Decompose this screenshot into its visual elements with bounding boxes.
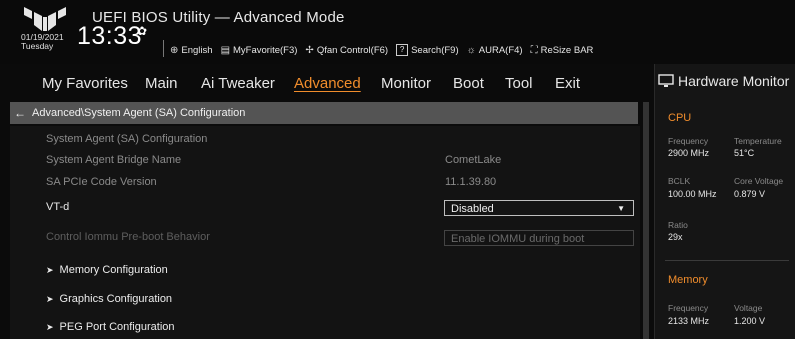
hardware-monitor-title: Hardware Monitor — [658, 73, 789, 89]
ratio-label: Ratio — [668, 220, 688, 230]
clock-display: 13:33 — [77, 22, 143, 50]
toolbar-english[interactable]: ⊕ English — [170, 44, 213, 56]
setting-row-iommu: Control Iommu Pre-boot Behavior Enable I… — [10, 230, 640, 248]
main-menu-bar: My Favorites Main Ai Tweaker Advanced Mo… — [0, 69, 660, 99]
chevron-right-icon: ➤ — [46, 322, 54, 332]
setting-label: VT-d — [46, 201, 70, 213]
fan-icon: ✢ — [305, 44, 314, 56]
setting-row-sa-config: System Agent (SA) Configuration — [10, 133, 640, 147]
scrollbar[interactable] — [643, 102, 649, 339]
tuf-logo-icon — [24, 7, 66, 31]
toolbar-resizebar[interactable]: ⛶ ReSize BAR — [531, 44, 594, 56]
vtd-dropdown[interactable]: Disabled ▼ — [444, 200, 634, 216]
vtd-selected-value: Disabled — [451, 203, 494, 215]
iommu-dropdown: Enable IOMMU during boot — [444, 230, 634, 246]
toolbar-qfan[interactable]: ✢ Qfan Control(F6) — [305, 44, 388, 56]
memory-voltage-value: 1.200 V — [734, 316, 766, 326]
cpu-heading: CPU — [668, 112, 692, 124]
setting-row-bridge-name: System Agent Bridge Name CometLake — [10, 154, 640, 168]
submenu-memory-configuration[interactable]: ➤ Memory Configuration — [46, 264, 168, 276]
monitor-icon — [658, 74, 674, 87]
memory-heading: Memory — [668, 274, 708, 286]
iommu-selected-value: Enable IOMMU during boot — [451, 233, 585, 245]
setting-value: CometLake — [445, 154, 502, 166]
tab-main[interactable]: Main — [145, 75, 178, 92]
memory-frequency-value: 2133 MHz — [668, 316, 710, 326]
globe-icon: ⊕ — [170, 44, 179, 56]
breadcrumb-text: Advanced\System Agent (SA) Configuration — [32, 107, 246, 119]
chevron-down-icon: ▼ — [617, 204, 625, 213]
myfavorite-icon: ▤ — [220, 44, 231, 56]
submenu-graphics-configuration[interactable]: ➤ Graphics Configuration — [46, 293, 172, 305]
toolbar: ⊕ English ▤ MyFavorite(F3) ✢ Qfan Control(F… — [170, 44, 593, 56]
ratio-value: 29x — [668, 232, 683, 242]
bclk-value: 100.00 MHz — [668, 189, 717, 199]
setting-row-vtd: VT-d Disabled ▼ — [10, 200, 640, 218]
header-bar: UEFI BIOS Utility — Advanced Mode 01/19/… — [0, 0, 795, 64]
breadcrumb[interactable]: ← Advanced\System Agent (SA) Configurati… — [10, 102, 638, 124]
hw-divider — [665, 260, 789, 261]
core-voltage-value: 0.879 V — [734, 189, 766, 199]
chevron-right-icon: ➤ — [46, 265, 54, 275]
tab-exit[interactable]: Exit — [555, 75, 580, 92]
cpu-temperature-value: 51°C — [734, 148, 755, 158]
setting-label: Control Iommu Pre-boot Behavior — [46, 231, 210, 243]
settings-panel: System Agent (SA) Configuration System A… — [10, 126, 640, 339]
day-text: Tuesday — [21, 41, 54, 51]
chevron-right-icon: ➤ — [46, 294, 54, 304]
date-display: 01/19/2021 Tuesday — [21, 33, 64, 51]
memory-voltage-label: Voltage — [734, 303, 763, 313]
bclk-label: BCLK — [668, 176, 691, 186]
setting-label: SA PCIe Code Version — [46, 176, 157, 188]
search-icon: ? — [396, 44, 409, 56]
hardware-monitor-panel — [654, 64, 795, 339]
toolbar-aura[interactable]: ☼ AURA(F4) — [467, 44, 523, 56]
submenu-peg-port-configuration[interactable]: ➤ PEG Port Configuration — [46, 321, 175, 333]
setting-row-pcie-version: SA PCIe Code Version 11.1.39.80 — [10, 176, 640, 190]
back-arrow-icon[interactable]: ← — [14, 106, 26, 120]
setting-value: 11.1.39.80 — [445, 176, 497, 188]
cpu-frequency-label: Frequency — [668, 136, 709, 146]
core-voltage-label: Core Voltage — [734, 176, 784, 186]
setting-label: System Agent (SA) Configuration — [46, 133, 208, 145]
tab-boot[interactable]: Boot — [453, 75, 484, 92]
settings-gear-icon[interactable]: ✿ — [137, 24, 147, 38]
memory-frequency-label: Frequency — [668, 303, 709, 313]
tab-tool[interactable]: Tool — [505, 75, 533, 92]
aura-icon: ☼ — [466, 44, 476, 56]
tab-my-favorites[interactable]: My Favorites — [42, 75, 128, 92]
toolbar-myfavorite[interactable]: ▤ MyFavorite(F3) — [221, 44, 298, 56]
cpu-frequency-value: 2900 MHz — [668, 148, 710, 158]
tab-advanced[interactable]: Advanced — [294, 75, 361, 92]
cpu-temperature-label: Temperature — [734, 136, 782, 146]
tab-monitor[interactable]: Monitor — [381, 75, 431, 92]
tab-ai-tweaker[interactable]: Ai Tweaker — [201, 75, 275, 92]
setting-label: System Agent Bridge Name — [46, 154, 182, 166]
resizebar-icon: ⛶ — [530, 44, 538, 56]
header-divider — [163, 40, 164, 57]
toolbar-search[interactable]: ? Search(F9) — [396, 44, 459, 56]
